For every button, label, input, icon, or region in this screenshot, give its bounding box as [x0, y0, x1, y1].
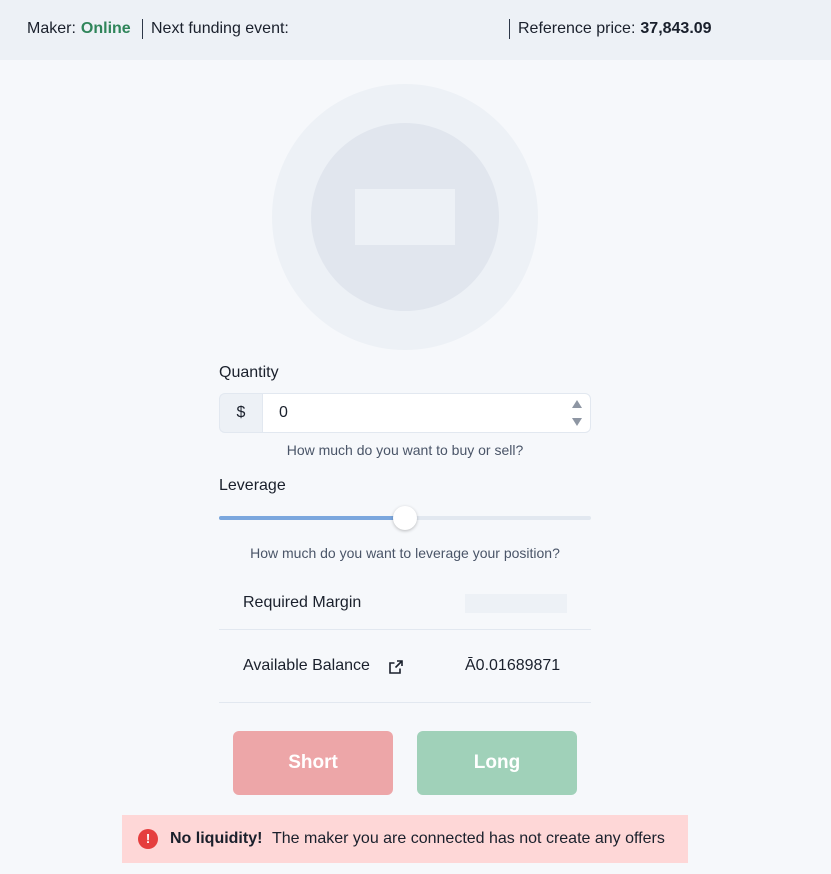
available-balance-label: Available Balance — [243, 657, 370, 674]
long-button[interactable]: Long — [417, 731, 577, 795]
next-funding: Next funding event: — [151, 0, 289, 60]
external-link-icon[interactable] — [388, 659, 404, 675]
funding-label: Next funding event: — [151, 20, 289, 37]
quantity-value: 0 — [279, 404, 288, 421]
slider-filled-track — [219, 516, 405, 520]
maker-label: Maker: — [27, 20, 76, 37]
reference-price: Reference price: 37,843.09 — [518, 0, 712, 60]
row-divider — [219, 629, 591, 630]
quantity-label: Quantity — [219, 364, 279, 381]
stepper-down-icon[interactable] — [572, 418, 582, 426]
alert-title: No liquidity! — [170, 830, 263, 847]
leverage-helper-text: How much do you want to leverage your po… — [250, 545, 560, 561]
quantity-input-group: $ 0 — [219, 393, 591, 433]
available-balance-value: Ā0.01689871 — [465, 657, 561, 674]
row-divider — [219, 702, 591, 703]
quantity-input[interactable]: 0 — [262, 393, 591, 433]
short-button[interactable]: Short — [233, 731, 393, 795]
quantity-helper-text: How much do you want to buy or sell? — [286, 442, 524, 458]
alert-icon: ! — [138, 829, 158, 849]
leverage-slider[interactable] — [219, 506, 591, 530]
reference-price-value: 37,843.09 — [640, 20, 712, 37]
alert-description: The maker you are connected has not crea… — [272, 830, 665, 847]
divider — [509, 19, 510, 39]
reference-label: Reference price: — [518, 20, 636, 37]
leverage-label: Leverage — [219, 477, 286, 494]
slider-thumb[interactable] — [393, 506, 417, 530]
maker-status-value: Online — [80, 20, 131, 37]
logo-placeholder-image — [355, 189, 455, 245]
maker-status: Maker: Online — [27, 0, 131, 60]
required-margin-label: Required Margin — [243, 594, 362, 611]
quantity-stepper[interactable] — [570, 397, 584, 429]
currency-addon: $ — [219, 393, 262, 433]
required-margin-value — [465, 594, 567, 613]
no-liquidity-alert: ! No liquidity! The maker you are connec… — [122, 815, 688, 863]
top-status-bar: Maker: Online Next funding event: Referen… — [0, 0, 831, 60]
stepper-up-icon[interactable] — [572, 400, 582, 408]
divider — [142, 19, 143, 39]
